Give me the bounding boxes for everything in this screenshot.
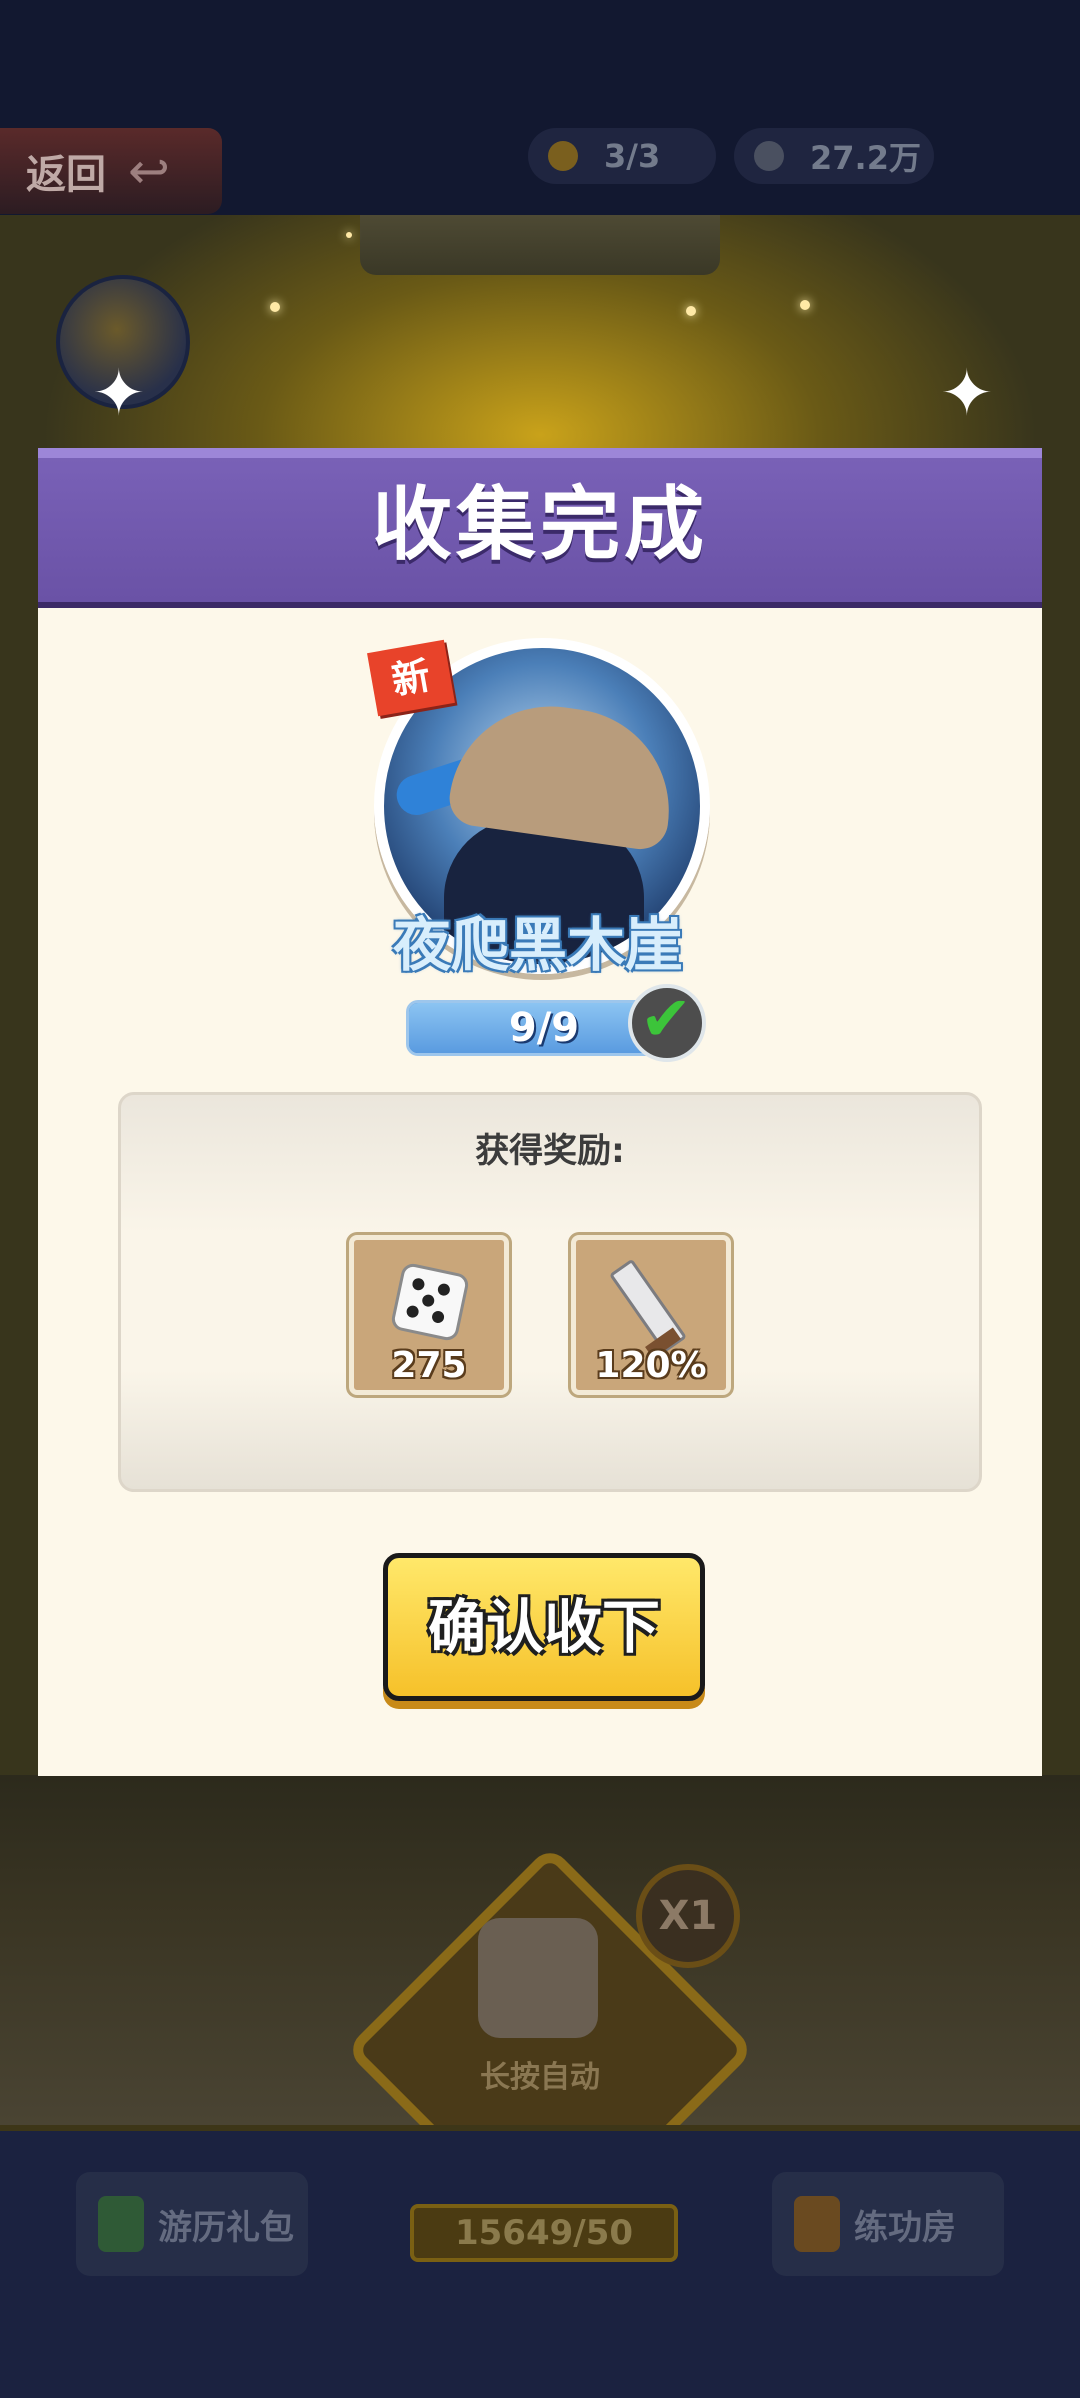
sparkle-star-icon: ✦ [92, 357, 146, 431]
training-dummy-icon [794, 2196, 840, 2252]
gift-map-icon [98, 2196, 144, 2252]
coin-counter: 27.2万 [734, 128, 934, 184]
back-button[interactable]: 返回 ↩ [0, 128, 222, 214]
sparkle-dot [686, 306, 696, 316]
ticket-counter: 3/3 [528, 128, 716, 184]
reward-item-sword[interactable]: 120% [571, 1235, 731, 1395]
confirm-label: 确认收下 [427, 1593, 660, 1661]
reward-title: 获得奖励: [475, 1131, 625, 1171]
training-room-button[interactable]: 练功房 [772, 2172, 1004, 2276]
dice-icon [389, 1261, 471, 1343]
bell-icon [548, 141, 578, 171]
sparkle-dot [346, 232, 352, 238]
sparkle-star-icon: ✦ [940, 357, 994, 431]
hero-name: 夜爬黑木崖 [392, 911, 683, 979]
confirm-button[interactable]: 确认收下 [383, 1553, 705, 1701]
sparkle-dot [800, 300, 810, 310]
dice-hold-label: 长按自动 [480, 2060, 600, 2095]
sparkle-dot [270, 302, 280, 312]
coin-count: 27.2万 [810, 139, 921, 177]
undo-arrow-icon: ↩ [128, 142, 170, 200]
travel-gift-label: 游历礼包 [158, 2207, 294, 2248]
coin-icon [754, 141, 784, 171]
reward-panel: 获得奖励: 275 120% [118, 1092, 982, 1492]
energy-counter: 15649/50 [410, 2204, 678, 2262]
shrine-roof [360, 215, 720, 275]
reward-item-dice[interactable]: 275 [349, 1235, 509, 1395]
back-label: 返回 [26, 152, 106, 198]
reward-count: 275 [391, 1345, 467, 1386]
new-badge: 新 [367, 639, 455, 717]
collection-complete-dialog: 收集完成 新 夜爬黑木崖 9/9 ✔ 获得奖励: 275 120% 确认收下 [38, 448, 1042, 1776]
dialog-title: 收集完成 [372, 478, 708, 571]
dice-icon [478, 1918, 598, 2038]
dialog-header: 收集完成 [38, 448, 1042, 608]
reward-count: 120% [595, 1345, 707, 1386]
multiplier-button[interactable]: X1 [636, 1864, 740, 1968]
ticket-count: 3/3 [604, 137, 661, 175]
check-icon: ✔ [628, 982, 706, 1062]
travel-gift-button[interactable]: 游历礼包 [76, 2172, 308, 2276]
training-room-label: 练功房 [854, 2207, 956, 2248]
